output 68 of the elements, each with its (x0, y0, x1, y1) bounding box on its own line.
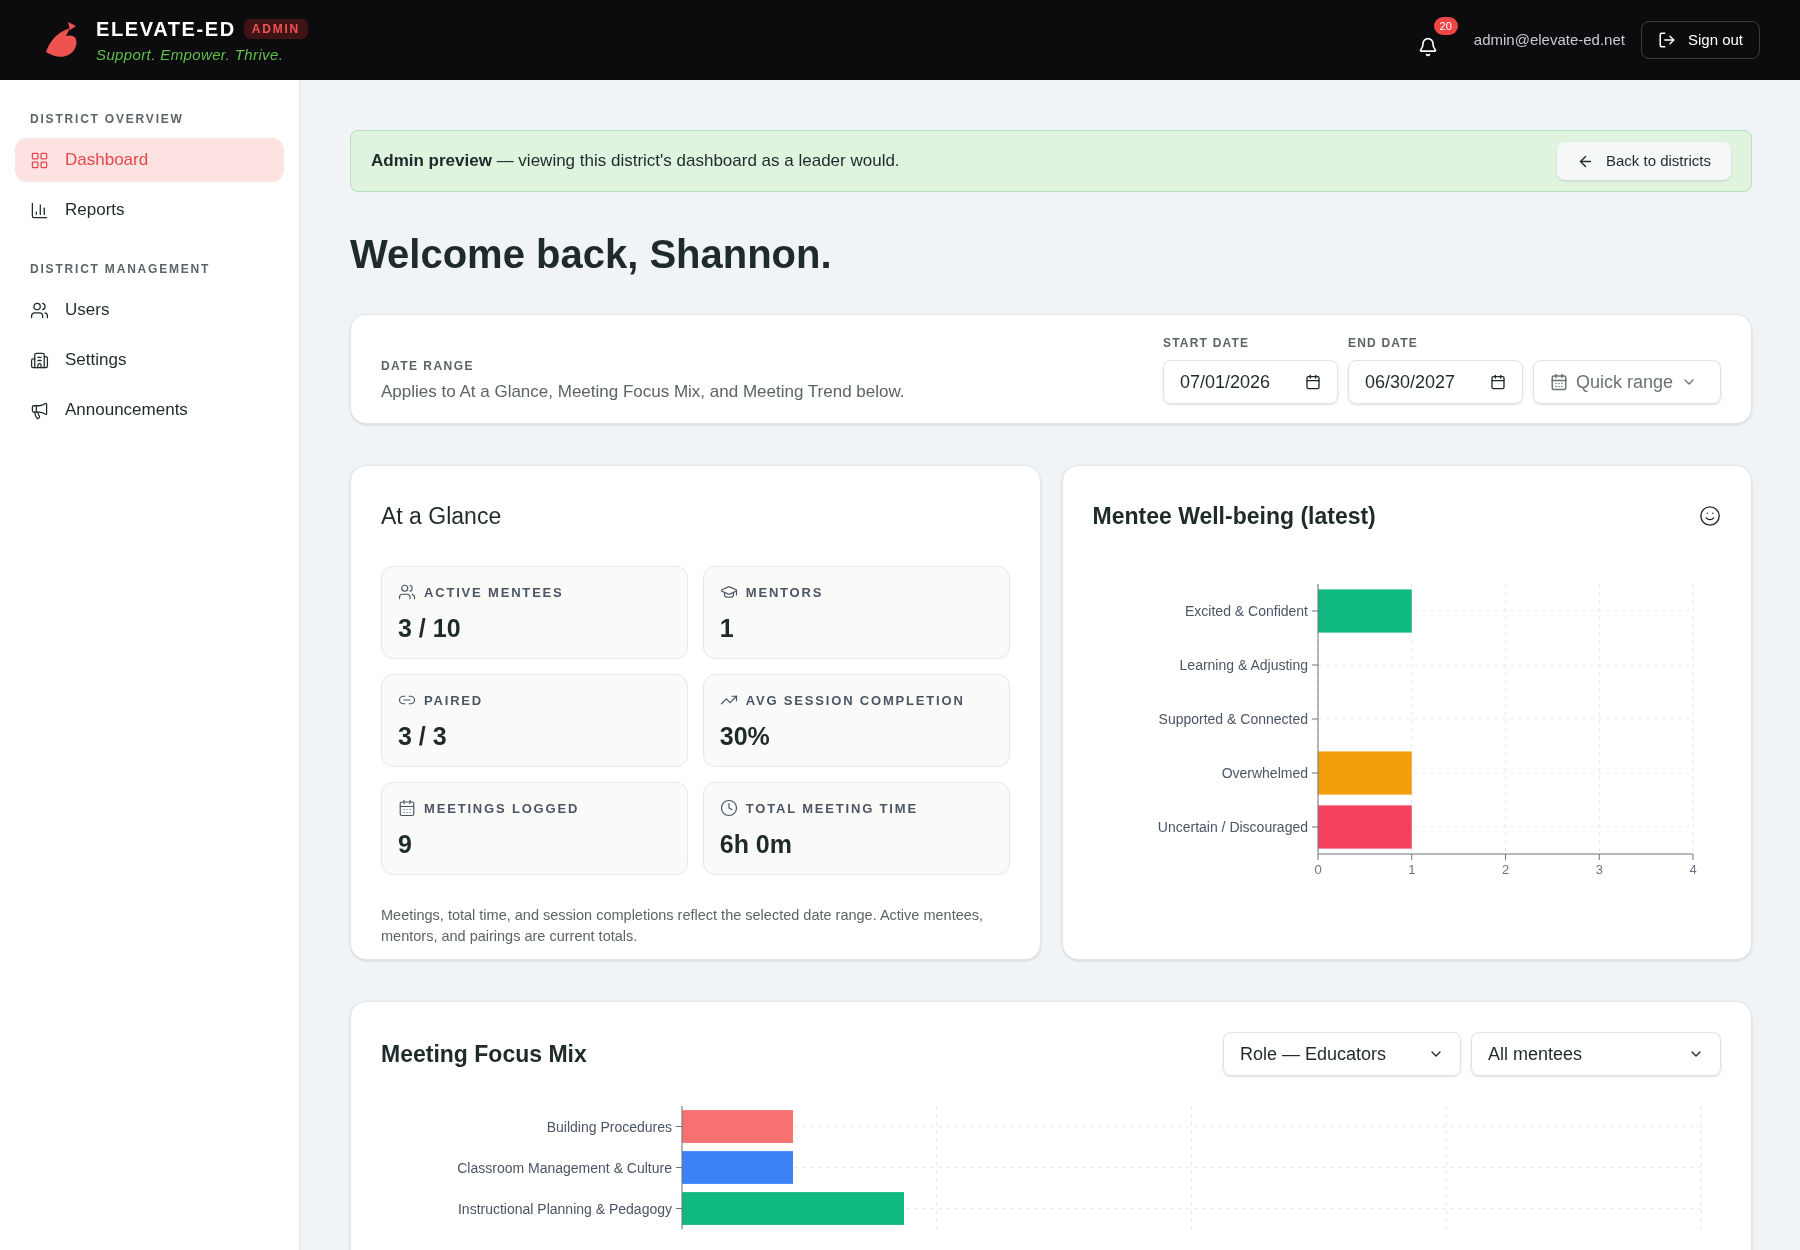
building-icon (30, 350, 49, 370)
card-title: Meeting Focus Mix (381, 1039, 587, 1069)
stat-value: 1 (719, 613, 735, 644)
admin-badge: ADMIN (243, 18, 309, 39)
tick-label: 1 (1407, 861, 1415, 877)
bell-icon (1417, 37, 1438, 57)
stat-label: AVG SESSION COMPLETION (745, 691, 965, 710)
megaphone-icon (30, 400, 49, 420)
calendar-icon (1490, 374, 1506, 390)
notifications-button[interactable]: 20 (1413, 17, 1458, 63)
smiley-icon (1699, 505, 1721, 528)
category-label: Overwhelmed (1221, 764, 1308, 781)
category-label: Classroom Management & Culture (457, 1159, 672, 1176)
tick-label: 4 (1688, 861, 1697, 877)
date-label: START DATE (1163, 335, 1251, 352)
tick-label: 2 (1501, 861, 1509, 877)
date-field[interactable]: 06/30/2027 (1348, 360, 1523, 404)
stat-value: 6h 0m (719, 829, 793, 860)
stat-label: MEETINGS LOGGED (424, 799, 580, 818)
banner-text: Admin preview — viewing this district's dashboard as a leader would. (371, 150, 900, 173)
sign-out-icon (1657, 31, 1676, 49)
date-range-description: Applies to At a Glance, Meeting Focus Mix, and Meeting Trend below. (381, 381, 905, 404)
tagline: Support. Empower. Thrive. (96, 44, 285, 65)
date-field[interactable]: 07/01/2026 (1163, 360, 1338, 404)
sign-out-button[interactable]: Sign out (1640, 21, 1760, 59)
grid-icon (30, 150, 49, 170)
users-icon (398, 583, 416, 602)
nav-item[interactable]: Announcements (15, 388, 284, 432)
card-title: At a Glance (381, 502, 503, 531)
nav-item[interactable]: Settings (15, 338, 284, 382)
stat-label: MENTORS (745, 583, 824, 602)
category-label: Building Procedures (546, 1118, 672, 1135)
stat-value: 3 / 10 (398, 613, 462, 644)
user-email: admin@elevate-ed.net (1473, 29, 1625, 50)
stat-value: 3 / 3 (398, 721, 448, 752)
clock-icon (719, 799, 738, 818)
bar-chart-icon (30, 200, 49, 220)
calendar-icon (398, 799, 416, 818)
filter-dropdown[interactable]: Role — Educators (1223, 1032, 1461, 1076)
stat-label: ACTIVE MENTEES (424, 583, 564, 602)
nav-item[interactable]: Reports (15, 188, 284, 232)
stat-value: 30% (719, 721, 771, 752)
section-heading: DISTRICT OVERVIEW (29, 111, 185, 128)
tick-label: 0 (1313, 861, 1322, 877)
category-label: Learning & Adjusting (1179, 656, 1308, 673)
tick-label: 3 (1595, 861, 1603, 877)
quick-range-dropdown[interactable]: Quick range (1533, 360, 1721, 404)
stat-label: PAIRED (424, 691, 484, 710)
category-label: Uncertain / Discouraged (1157, 818, 1308, 835)
section-heading: DISTRICT MANAGEMENT (29, 261, 212, 278)
users-icon (30, 300, 49, 320)
glance-note: Meetings, total time, and session completions reflect the selected date range. Active mentees, mentors, and pairings are current totals. (381, 905, 985, 946)
brand-name: ELEVATE-ED (96, 16, 236, 42)
filter-dropdown[interactable]: All mentees (1471, 1032, 1721, 1076)
stat-value: 9 (398, 829, 413, 860)
date-label: END DATE (1348, 335, 1420, 352)
nav-item[interactable]: Users (15, 288, 284, 332)
card-title: Mentee Well-being (latest) (1092, 502, 1376, 531)
category-label: Instructional Planning & Pedagogy (457, 1200, 672, 1217)
back-button[interactable]: Back to districts (1556, 142, 1731, 180)
date-range-label: DATE RANGE (381, 358, 475, 376)
category-label: Supported & Connected (1158, 710, 1308, 727)
welcome-heading: Welcome back, Shannon. (350, 234, 833, 274)
calendar-icon (1550, 373, 1568, 391)
category-label: Excited & Confident (1184, 602, 1308, 619)
stat-label: TOTAL MEETING TIME (745, 799, 918, 818)
notification-count: 20 (1433, 17, 1458, 35)
calendar-icon (1305, 374, 1321, 390)
